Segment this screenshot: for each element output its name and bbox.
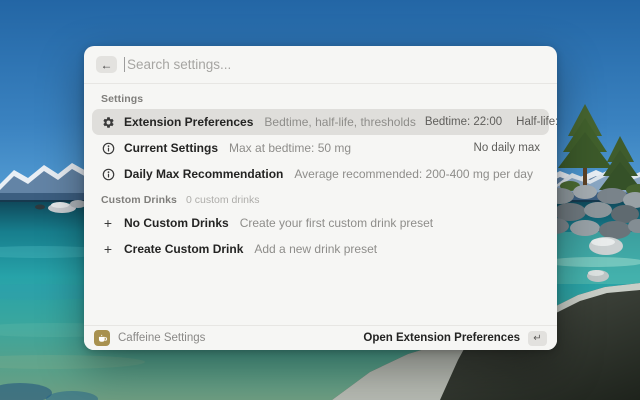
row-title: Extension Preferences bbox=[124, 115, 253, 129]
search-bar: ← bbox=[84, 46, 557, 84]
section-header-settings: Settings bbox=[92, 86, 549, 109]
plus-icon: + bbox=[101, 216, 115, 230]
results-list: Settings Extension Preferences Bedtime, … bbox=[84, 84, 557, 325]
info-icon bbox=[101, 141, 115, 155]
text-caret bbox=[124, 57, 125, 72]
row-accessories: Bedtime: 22:00 Half-life: 5h bbox=[425, 116, 557, 128]
section-count: 0 custom drinks bbox=[186, 194, 260, 206]
plus-icon: + bbox=[101, 242, 115, 256]
settings-panel: ← Settings Extension Preferences Bedtime… bbox=[84, 46, 557, 350]
primary-action-label: Open Extension Preferences bbox=[363, 332, 520, 344]
row-extension-preferences[interactable]: Extension Preferences Bedtime, half-life… bbox=[92, 109, 549, 135]
row-subtitle: Add a new drink preset bbox=[254, 242, 377, 256]
accessory-bedtime: Bedtime: 22:00 bbox=[425, 116, 502, 128]
section-title: Custom Drinks bbox=[101, 194, 177, 206]
row-subtitle: Bedtime, half-life, thresholds bbox=[264, 115, 415, 129]
row-subtitle: Max at bedtime: 50 mg bbox=[229, 141, 351, 155]
action-bar: Caffeine Settings Open Extension Prefere… bbox=[84, 325, 557, 350]
row-title: Current Settings bbox=[124, 141, 218, 155]
row-current-settings[interactable]: Current Settings Max at bedtime: 50 mg N… bbox=[92, 135, 549, 161]
caffeine-app-icon bbox=[94, 330, 110, 346]
section-title: Settings bbox=[101, 93, 143, 105]
search-input[interactable] bbox=[127, 57, 545, 72]
info-icon bbox=[101, 167, 115, 181]
desktop-wallpaper: ← Settings Extension Preferences Bedtime… bbox=[0, 0, 640, 400]
row-title: Daily Max Recommendation bbox=[124, 167, 283, 181]
row-subtitle: Average recommended: 200-400 mg per day bbox=[294, 167, 533, 181]
row-title: Create Custom Drink bbox=[124, 242, 243, 256]
gear-icon bbox=[101, 115, 115, 129]
section-header-custom-drinks: Custom Drinks 0 custom drinks bbox=[92, 187, 549, 210]
accessory-daily-max: No daily max bbox=[474, 142, 540, 154]
primary-action-button[interactable]: Open Extension Preferences ↵ bbox=[363, 331, 547, 346]
accessory-half-life: Half-life: 5h bbox=[516, 116, 557, 128]
row-accessories: No daily max bbox=[474, 142, 540, 154]
row-no-custom-drinks[interactable]: + No Custom Drinks Create your first cus… bbox=[92, 210, 549, 236]
back-button[interactable]: ← bbox=[96, 56, 117, 73]
row-title: No Custom Drinks bbox=[124, 216, 229, 230]
row-subtitle: Create your first custom drink preset bbox=[240, 216, 433, 230]
row-create-custom-drink[interactable]: + Create Custom Drink Add a new drink pr… bbox=[92, 236, 549, 262]
row-daily-max-recommendation[interactable]: Daily Max Recommendation Average recomme… bbox=[92, 161, 549, 187]
app-name-label: Caffeine Settings bbox=[118, 332, 205, 344]
enter-key-icon: ↵ bbox=[528, 331, 547, 346]
